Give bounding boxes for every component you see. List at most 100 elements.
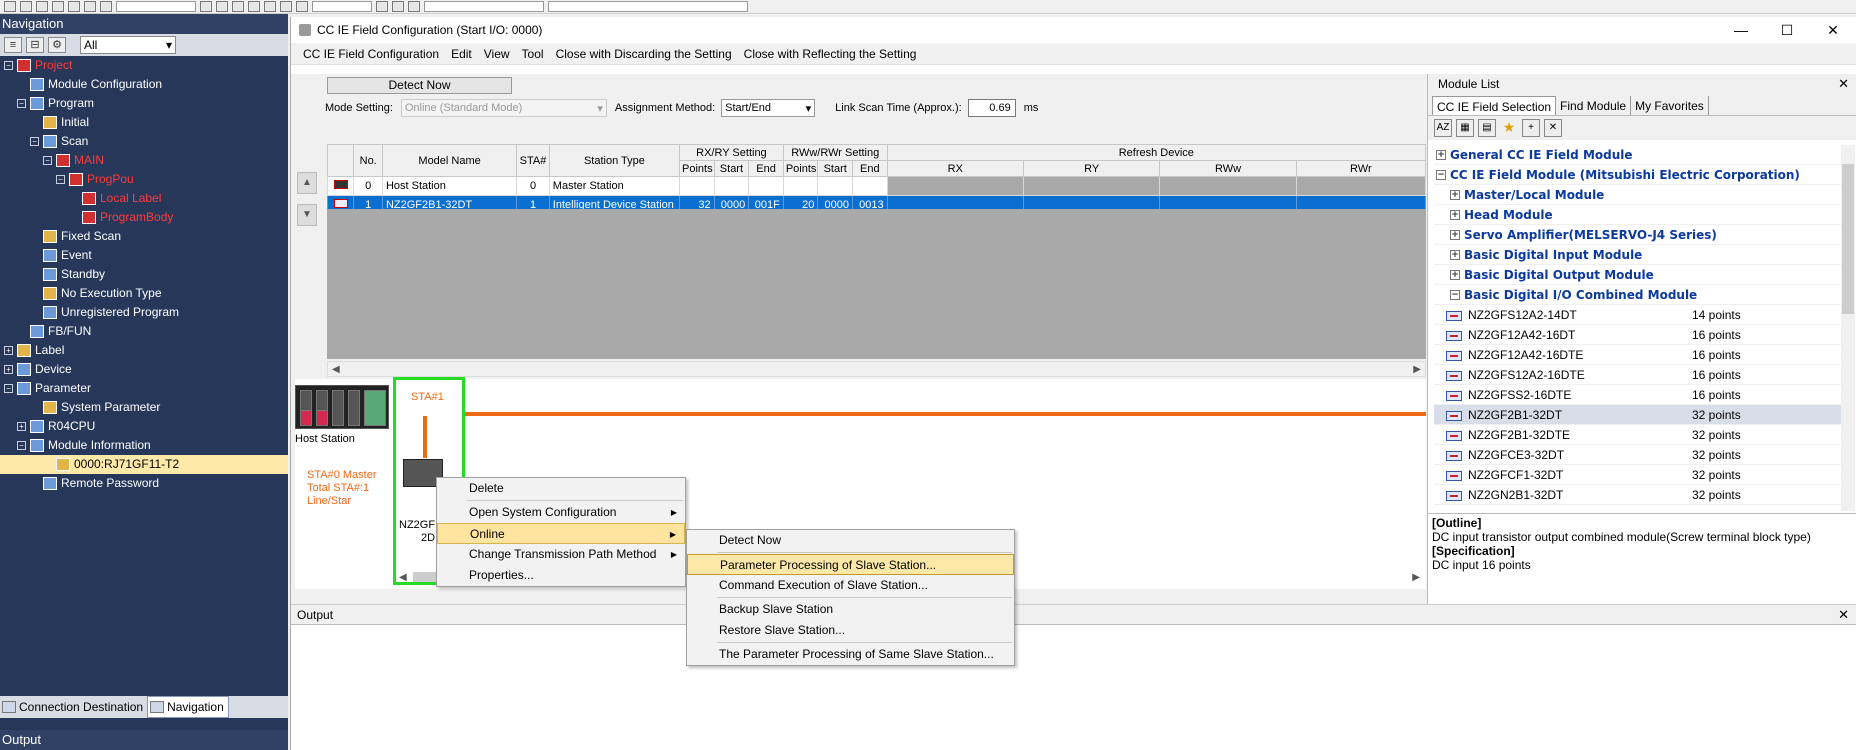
module-category[interactable]: + Master/Local Module <box>1434 185 1844 205</box>
tree-item[interactable]: − Scan <box>0 132 288 151</box>
collapse-icon[interactable]: − <box>43 156 52 165</box>
close-icon[interactable]: ✕ <box>1838 605 1849 625</box>
expand-icon[interactable]: + <box>1450 269 1460 280</box>
tree-item[interactable]: + Label <box>0 341 288 360</box>
copy-icon[interactable] <box>232 1 244 12</box>
column-header-no[interactable]: No. <box>353 144 383 177</box>
module-item[interactable]: NZ2GN2B1-32DT 32 points <box>1434 485 1844 505</box>
module-category[interactable]: − CC IE Field Module (Mitsubishi Electric… <box>1434 165 1844 185</box>
redo-icon[interactable] <box>280 1 292 12</box>
tree-item[interactable]: Unregistered Program <box>0 303 288 322</box>
expand-icon[interactable]: + <box>1450 189 1460 200</box>
tab-navigation[interactable]: Navigation <box>147 696 229 718</box>
add-favorite-icon[interactable]: + <box>1522 119 1540 137</box>
column-header-ry[interactable]: RY <box>1022 160 1161 177</box>
column-header-points[interactable]: Points <box>679 160 715 177</box>
collapse-icon[interactable]: − <box>4 61 13 70</box>
module-category[interactable]: + Servo Amplifier(MELSERVO-J4 Series) <box>1434 225 1844 245</box>
table-row[interactable]: 0 Host Station 0 Master Station <box>326 176 1427 196</box>
tab-connection-destination[interactable]: Connection Destination <box>0 696 147 718</box>
tree-item[interactable]: Fixed Scan <box>0 227 288 246</box>
navigation-filter-select[interactable]: All ▾ <box>80 36 176 54</box>
column-header-start[interactable]: Start <box>713 160 750 177</box>
tree-item[interactable]: FB/FUN <box>0 322 288 341</box>
paste-icon[interactable] <box>248 1 260 12</box>
menu-item-same-slave-parameter[interactable]: The Parameter Processing of Same Slave S… <box>687 644 1014 665</box>
zoom-icon[interactable] <box>296 1 308 12</box>
detect-now-button[interactable]: Detect Now <box>327 77 512 94</box>
scroll-left-icon[interactable]: ◀ <box>399 572 407 583</box>
scroll-left-icon[interactable]: ◀ <box>332 364 340 375</box>
expand-icon[interactable]: + <box>1450 209 1460 220</box>
tree-item[interactable]: Standby <box>0 265 288 284</box>
module-item[interactable]: NZ2GFS12A2-14DT 14 points <box>1434 305 1844 325</box>
host-station-image[interactable] <box>295 385 389 429</box>
tree-item[interactable]: + R04CPU <box>0 417 288 436</box>
open-icon[interactable] <box>20 1 32 12</box>
module-category[interactable]: − Basic Digital I/O Combined Module <box>1434 285 1844 305</box>
collapse-icon[interactable]: − <box>1450 289 1460 300</box>
move-down-icon[interactable]: ▼ <box>297 204 317 226</box>
gear-icon[interactable]: ⚙ <box>48 37 66 53</box>
menu-cc-ie-field-configuration[interactable]: CC IE Field Configuration <box>297 43 445 65</box>
module-icon[interactable] <box>68 1 80 12</box>
column-header-model[interactable]: Model Name <box>381 144 518 177</box>
cut-icon[interactable] <box>216 1 228 12</box>
toolbar-combo[interactable] <box>116 1 196 12</box>
new-icon[interactable] <box>4 1 16 12</box>
tree-item[interactable]: − Parameter <box>0 379 288 398</box>
module-item[interactable]: NZ2GFCE3-32DT 32 points <box>1434 445 1844 465</box>
display-icon[interactable] <box>84 1 96 12</box>
column-header-rwr[interactable]: RWr <box>1295 160 1427 177</box>
collapse-icon[interactable]: ⊟ <box>26 37 44 53</box>
collapse-icon[interactable]: − <box>17 441 26 450</box>
help-icon[interactable] <box>100 1 112 12</box>
expand-icon[interactable]: + <box>1450 249 1460 260</box>
tree-item[interactable]: 0000:RJ71GF11-T2 <box>0 455 288 474</box>
tree-item[interactable]: ProgramBody <box>0 208 288 227</box>
delete-icon[interactable]: ✕ <box>1544 119 1562 137</box>
tab-my-favorites[interactable]: My Favorites <box>1631 96 1709 115</box>
module-item[interactable]: NZ2GFS12A2-16DTE 16 points <box>1434 365 1844 385</box>
module-item[interactable]: NZ2GF2B1-32DTE 32 points <box>1434 425 1844 445</box>
expand-icon[interactable]: + <box>4 365 13 374</box>
tree-item[interactable]: No Execution Type <box>0 284 288 303</box>
tree-item[interactable]: Event <box>0 246 288 265</box>
module-item[interactable]: NZ2GFSS2-16DTE 16 points <box>1434 385 1844 405</box>
save-icon[interactable] <box>36 1 48 12</box>
find-icon[interactable] <box>200 1 212 12</box>
tree-item[interactable]: Module Configuration <box>0 75 288 94</box>
maximize-icon[interactable]: ☐ <box>1764 17 1810 43</box>
column-header-start-rw[interactable]: Start <box>817 160 854 177</box>
list-view-icon[interactable]: ▤ <box>1478 119 1496 137</box>
menu-tool[interactable]: Tool <box>516 43 550 65</box>
collapse-icon[interactable]: − <box>56 175 65 184</box>
minimize-icon[interactable]: — <box>1718 17 1764 43</box>
print-icon[interactable] <box>52 1 64 12</box>
write-icon[interactable] <box>392 1 404 12</box>
menu-item-online[interactable]: Online ▶ <box>437 523 685 544</box>
tree-item[interactable]: + Device <box>0 360 288 379</box>
scroll-right-icon[interactable]: ▶ <box>1413 364 1421 375</box>
tree-item[interactable]: System Parameter <box>0 398 288 417</box>
tree-view-icon[interactable]: ≡ <box>4 37 22 53</box>
column-header-end[interactable]: End <box>748 160 784 177</box>
menu-edit[interactable]: Edit <box>445 43 478 65</box>
tree-item[interactable]: Initial <box>0 113 288 132</box>
grid-view-icon[interactable]: ▦ <box>1456 119 1474 137</box>
module-category[interactable]: + Basic Digital Input Module <box>1434 245 1844 265</box>
close-icon[interactable]: ✕ <box>1810 17 1856 43</box>
menu-item-open-system-configuration[interactable]: Open System Configuration ▶ <box>437 502 685 523</box>
tab-cc-ie-field-selection[interactable]: CC IE Field Selection <box>1432 96 1557 115</box>
menu-item-delete[interactable]: Delete <box>437 478 685 499</box>
toolbar-combo-3[interactable] <box>424 1 544 12</box>
menu-close-reflecting[interactable]: Close with Reflecting the Setting <box>738 43 923 65</box>
tree-item[interactable]: Local Label <box>0 189 288 208</box>
menu-view[interactable]: View <box>478 43 516 65</box>
star-icon[interactable]: ★ <box>1500 119 1518 137</box>
menu-item-backup-slave[interactable]: Backup Slave Station <box>687 599 1014 620</box>
expand-icon[interactable]: + <box>1450 229 1460 240</box>
tree-item[interactable]: Remote Password <box>0 474 288 493</box>
module-item[interactable]: NZ2GF12A42-16DT 16 points <box>1434 325 1844 345</box>
expand-icon[interactable]: + <box>4 346 13 355</box>
